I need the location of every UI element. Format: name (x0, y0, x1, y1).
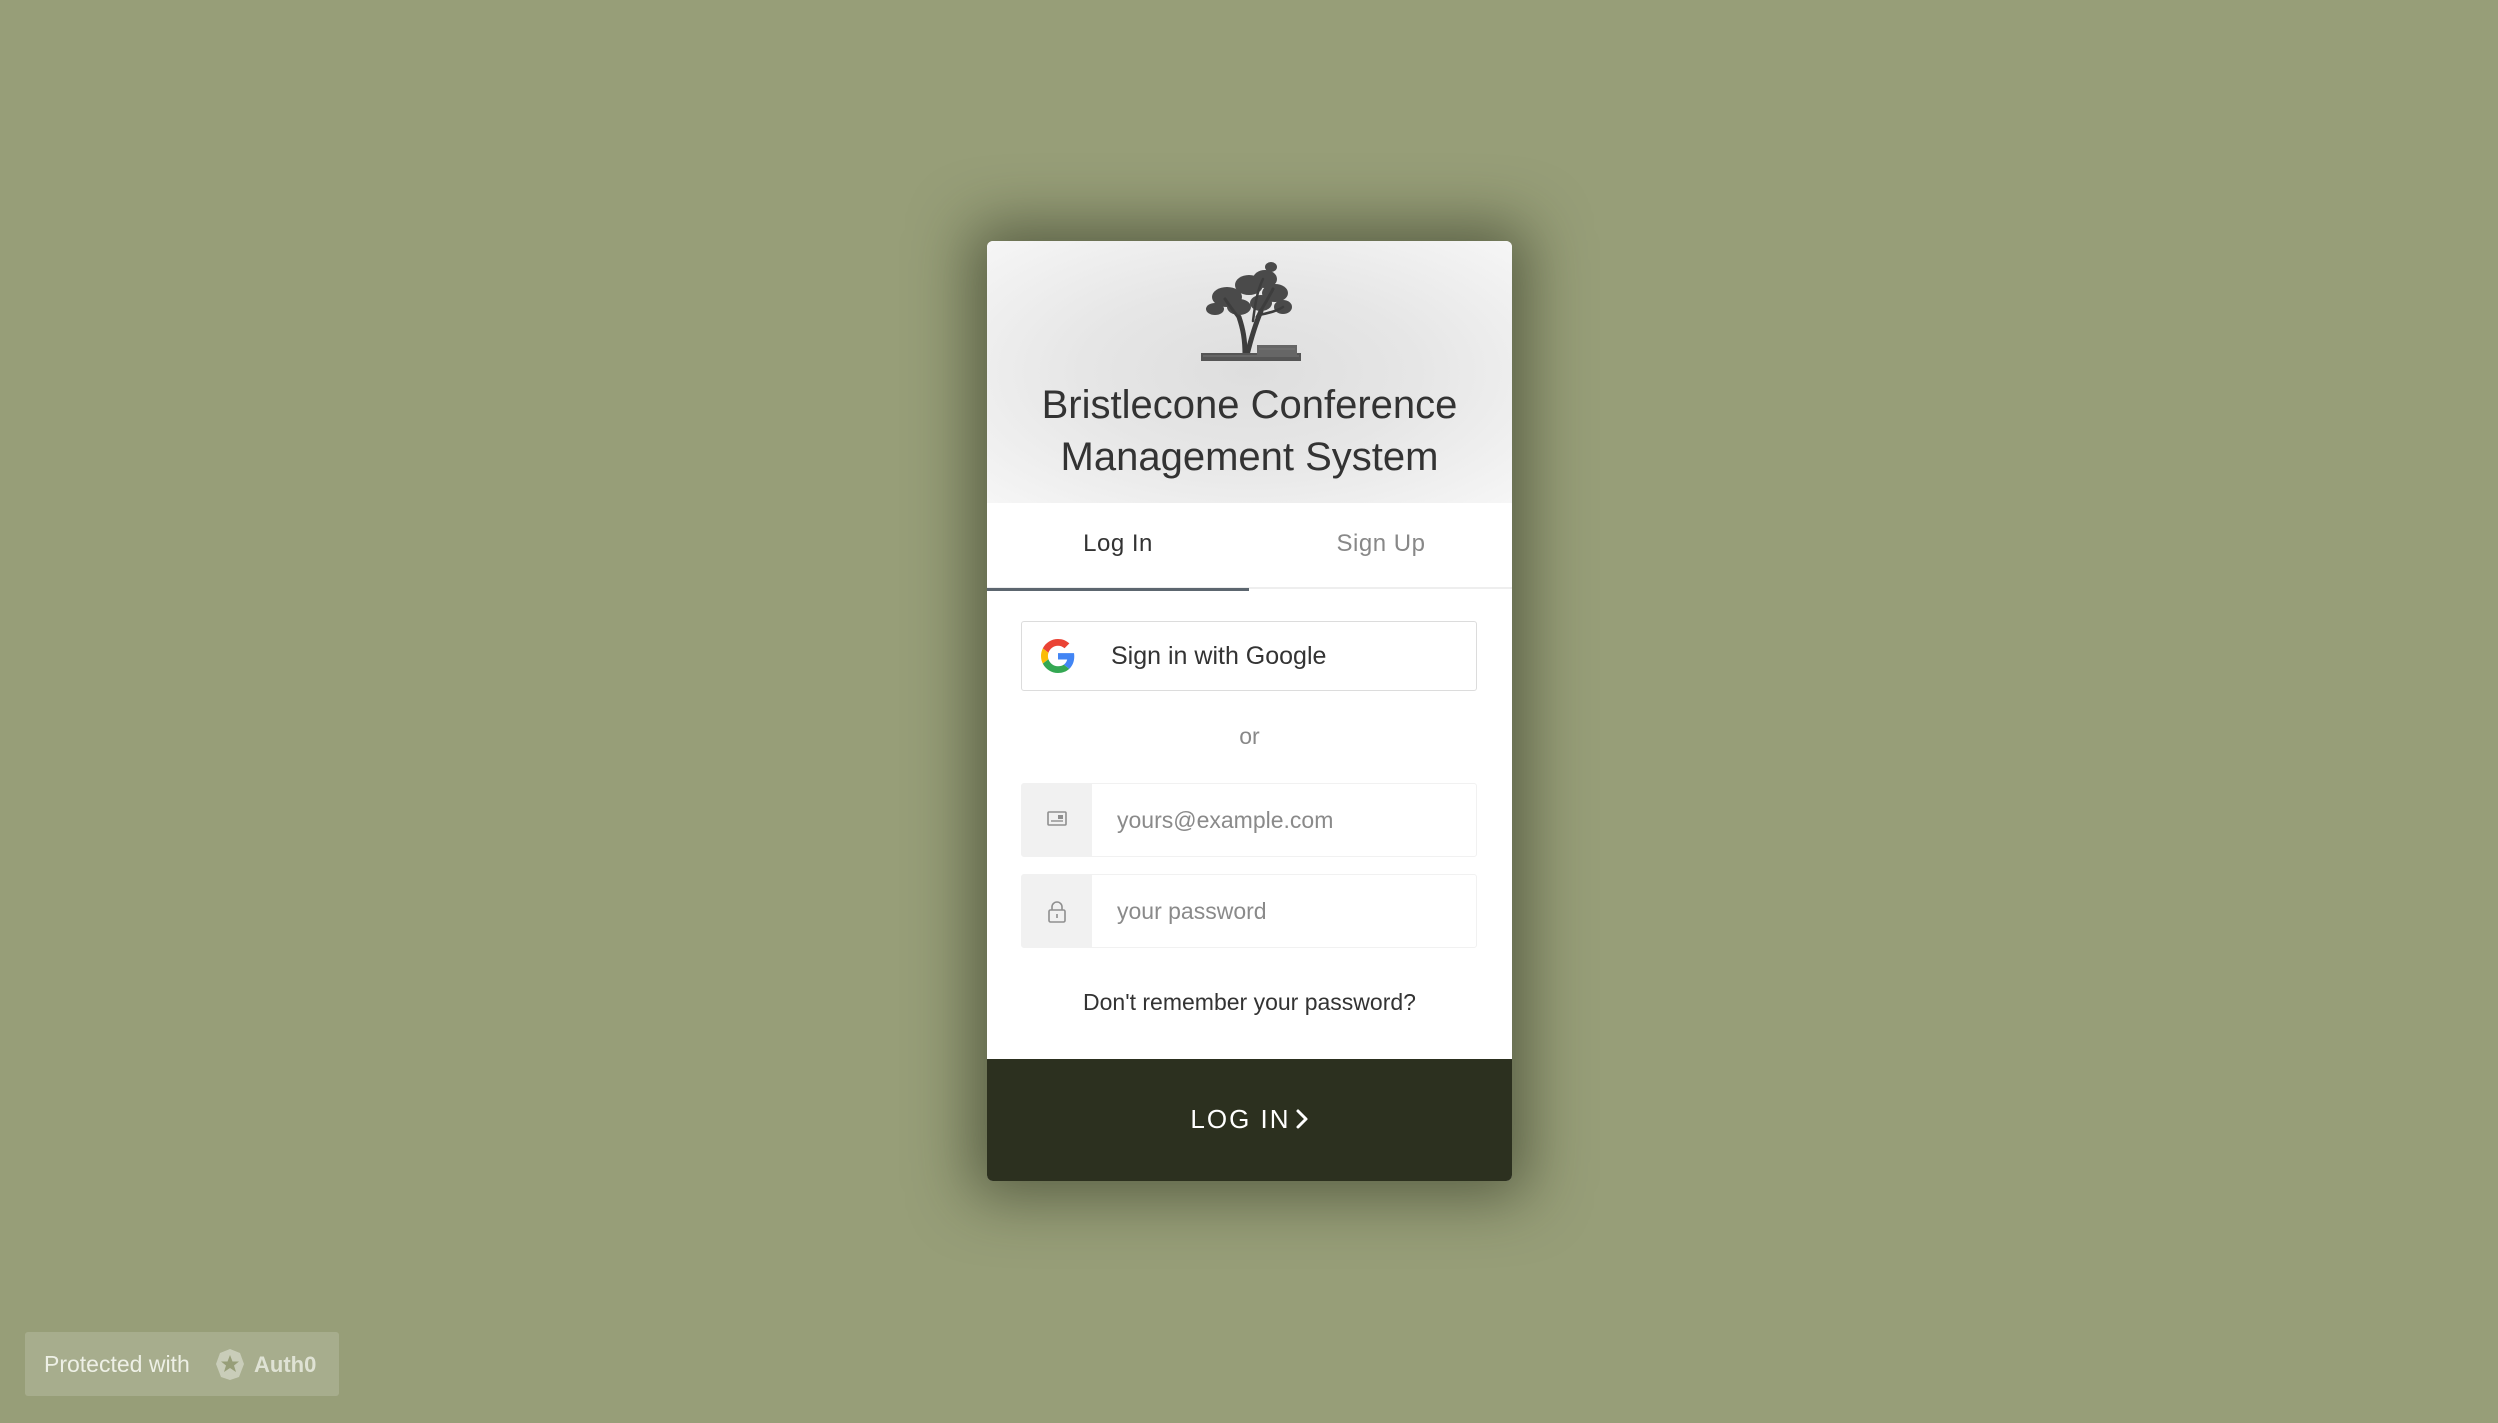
email-field (1021, 783, 1477, 857)
tab-sign-up[interactable]: Sign Up (1250, 503, 1512, 589)
email-input[interactable] (1092, 784, 1476, 856)
password-icon-box (1022, 875, 1092, 947)
submit-label: LOG IN (1190, 1104, 1291, 1134)
auth0-badge[interactable]: Protected with Auth0 (25, 1332, 339, 1396)
email-icon-box (1022, 784, 1092, 856)
password-input[interactable] (1092, 875, 1476, 947)
auth0-shield-icon (216, 1349, 244, 1380)
password-field (1021, 874, 1477, 948)
envelope-icon (1047, 811, 1067, 826)
google-sign-in-label: Sign in with Google (1111, 642, 1327, 670)
lock-icon (1048, 901, 1066, 923)
login-card: Bristlecone Conference Management System… (987, 241, 1512, 1181)
bristlecone-tree-icon (1201, 262, 1301, 361)
tab-log-in[interactable]: Log In (987, 503, 1249, 591)
app-title: Bristlecone Conference Management System (1041, 383, 1458, 479)
badge-brand: Auth0 (254, 1352, 317, 1377)
chevron-right-icon (1296, 1109, 1308, 1129)
google-sign-in-button[interactable]: Sign in with Google (1021, 621, 1477, 691)
forgot-password-link[interactable]: Don't remember your password? (987, 989, 1512, 1016)
google-g-icon (1041, 639, 1075, 673)
auth-tabs: Log In Sign Up (987, 503, 1512, 591)
log-in-submit-button[interactable]: LOG IN (987, 1059, 1512, 1181)
badge-text: Protected with (44, 1351, 190, 1377)
or-divider: or (1239, 723, 1260, 749)
card-header: Bristlecone Conference Management System (987, 241, 1512, 503)
